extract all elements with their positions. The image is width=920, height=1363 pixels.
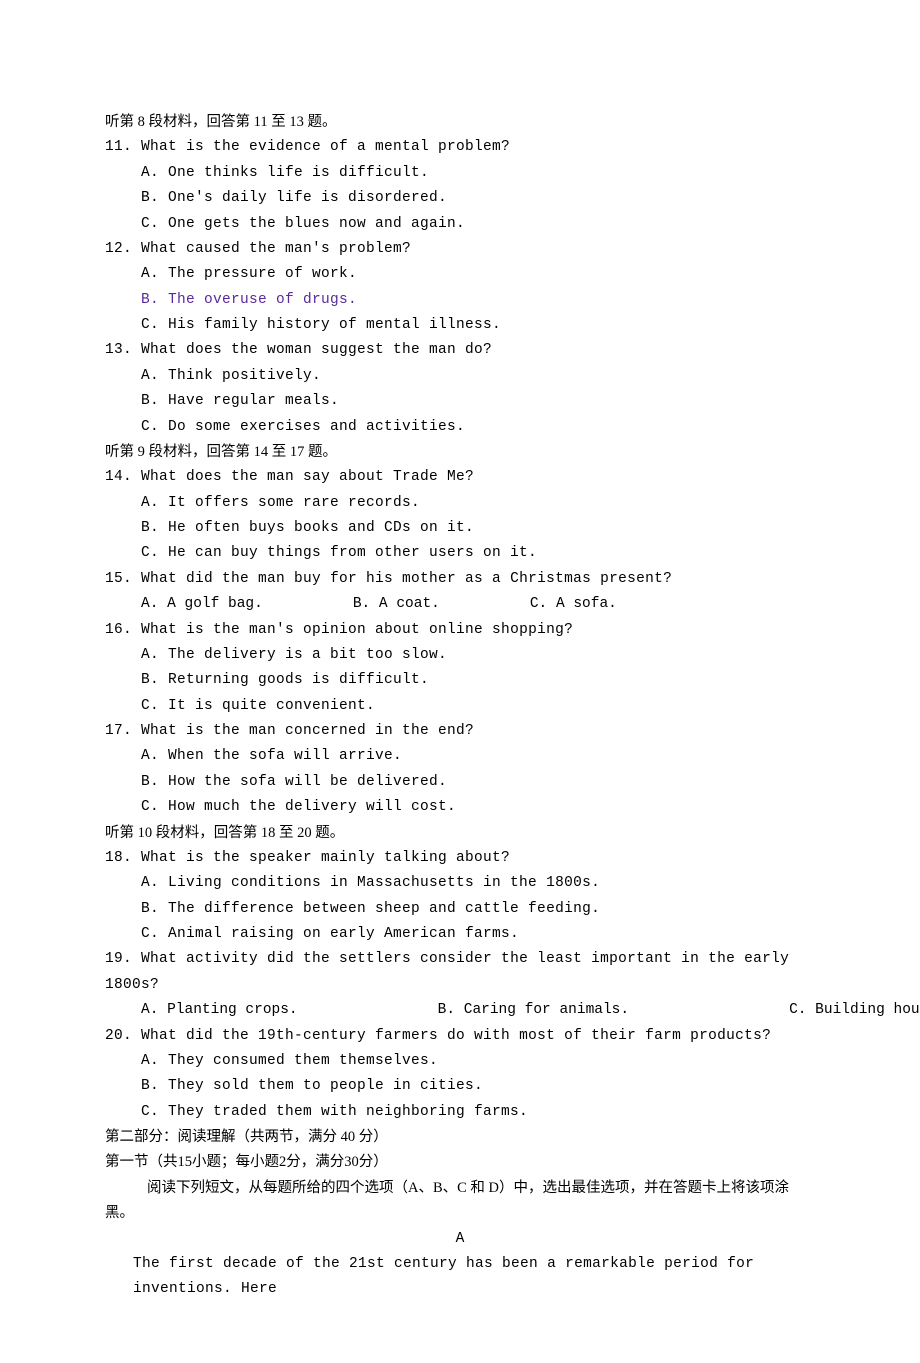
q15-option-c: C. A sofa.: [530, 592, 617, 617]
section-8-intro: 听第 8 段材料，回答第 11 至 13 题。: [105, 110, 815, 135]
q12-option-c: C. His family history of mental illness.: [105, 313, 815, 338]
q18-option-b: B. The difference between sheep and catt…: [105, 897, 815, 922]
q11-option-a: A. One thinks life is difficult.: [105, 161, 815, 186]
q17-option-b: B. How the sofa will be delivered.: [105, 770, 815, 795]
q13-option-b: B. Have regular meals.: [105, 389, 815, 414]
q11-stem: 11. What is the evidence of a mental pro…: [105, 135, 815, 160]
passage-a-label: A: [105, 1227, 815, 1252]
q19-option-b: B. Caring for animals.: [438, 998, 629, 1023]
q13-stem: 13. What does the woman suggest the man …: [105, 338, 815, 363]
q11-option-c: C. One gets the blues now and again.: [105, 212, 815, 237]
q16-option-c: C. It is quite convenient.: [105, 694, 815, 719]
q12-stem: 12. What caused the man's problem?: [105, 237, 815, 262]
q20-option-a: A. They consumed them themselves.: [105, 1049, 815, 1074]
q19-option-a: A. Planting crops.: [141, 998, 298, 1023]
passage-a-first-line: The first decade of the 21st century has…: [105, 1252, 815, 1303]
q14-option-c: C. He can buy things from other users on…: [105, 541, 815, 566]
q19-stem: 19. What activity did the settlers consi…: [105, 947, 815, 998]
q18-option-a: A. Living conditions in Massachusetts in…: [105, 871, 815, 896]
q14-stem: 14. What does the man say about Trade Me…: [105, 465, 815, 490]
q16-option-b: B. Returning goods is difficult.: [105, 668, 815, 693]
q14-option-b: B. He often buys books and CDs on it.: [105, 516, 815, 541]
q17-option-a: A. When the sofa will arrive.: [105, 744, 815, 769]
q16-stem: 16. What is the man's opinion about onli…: [105, 618, 815, 643]
part2-instructions: 阅读下列短文，从每题所给的四个选项（A、B、C 和 D）中，选出最佳选项，并在答…: [105, 1176, 815, 1227]
q17-option-c: C. How much the delivery will cost.: [105, 795, 815, 820]
q15-stem: 15. What did the man buy for his mother …: [105, 567, 815, 592]
q20-option-b: B. They sold them to people in cities.: [105, 1074, 815, 1099]
part2-heading: 第二部分：阅读理解（共两节，满分 40 分）: [105, 1125, 815, 1150]
q12-option-b: B. The overuse of drugs.: [105, 288, 815, 313]
q15-options-row: A. A golf bag. B. A coat. C. A sofa.: [105, 592, 815, 617]
q20-option-c: C. They traded them with neighboring far…: [105, 1100, 815, 1125]
q17-stem: 17. What is the man concerned in the end…: [105, 719, 815, 744]
q19-options-row: A. Planting crops. B. Caring for animals…: [105, 998, 815, 1023]
q13-option-a: A. Think positively.: [105, 364, 815, 389]
q11-option-b: B. One's daily life is disordered.: [105, 186, 815, 211]
q15-option-a: A. A golf bag.: [141, 592, 263, 617]
section-10-intro: 听第 10 段材料，回答第 18 至 20 题。: [105, 821, 815, 846]
q15-option-b: B. A coat.: [353, 592, 440, 617]
q20-stem: 20. What did the 19th-century farmers do…: [105, 1024, 815, 1049]
part2-subheading: 第一节（共15小题；每小题2分，满分30分）: [105, 1150, 815, 1175]
q16-option-a: A. The delivery is a bit too slow.: [105, 643, 815, 668]
q13-option-c: C. Do some exercises and activities.: [105, 415, 815, 440]
q18-option-c: C. Animal raising on early American farm…: [105, 922, 815, 947]
q14-option-a: A. It offers some rare records.: [105, 491, 815, 516]
q19-option-c: C. Building houses.: [789, 998, 920, 1023]
section-9-intro: 听第 9 段材料，回答第 14 至 17 题。: [105, 440, 815, 465]
q12-option-a: A. The pressure of work.: [105, 262, 815, 287]
q18-stem: 18. What is the speaker mainly talking a…: [105, 846, 815, 871]
